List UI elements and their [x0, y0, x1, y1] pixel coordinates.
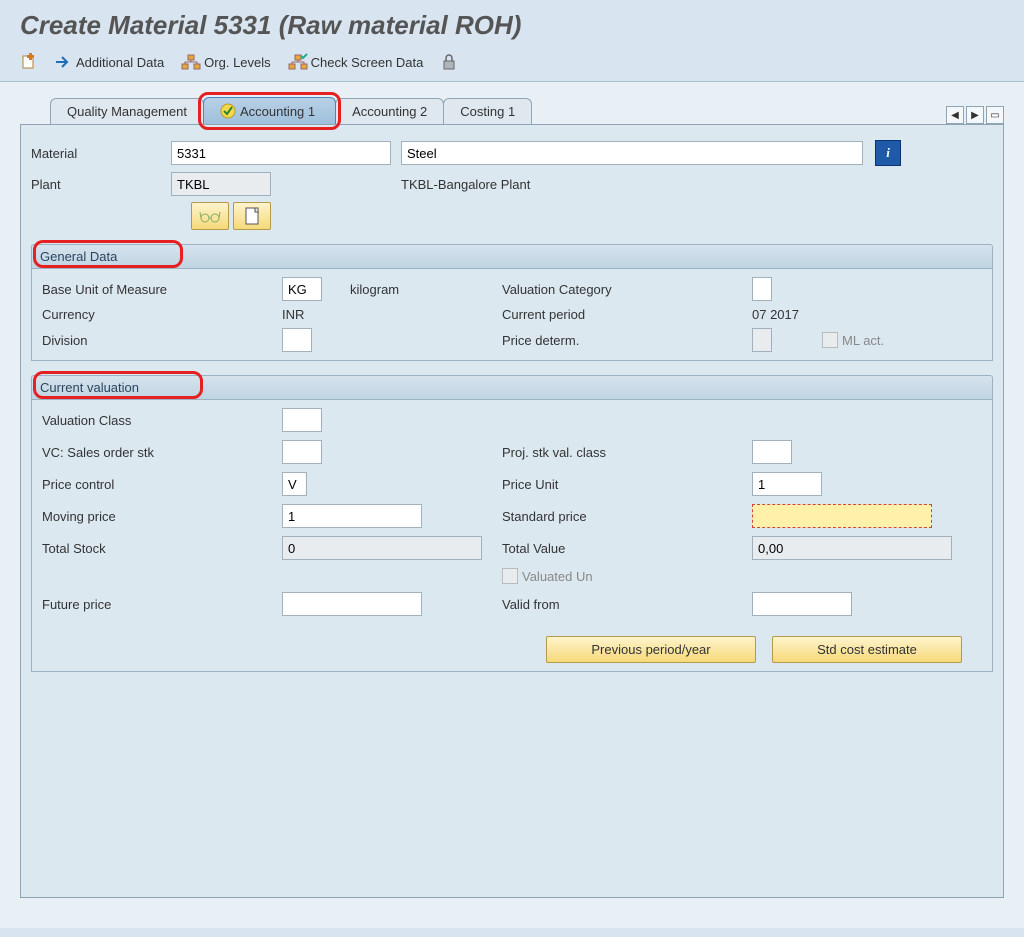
pricedet-label: Price determ.	[502, 333, 752, 348]
valcat-field[interactable]	[752, 277, 772, 301]
arrow-right-icon	[56, 55, 72, 69]
check-screen-data-label: Check Screen Data	[311, 55, 424, 70]
buom-field[interactable]	[282, 277, 322, 301]
priceunit-label: Price Unit	[502, 477, 752, 492]
material-label: Material	[31, 146, 171, 161]
valclass-label: Valuation Class	[42, 413, 282, 428]
tab-costing-1[interactable]: Costing 1	[443, 98, 532, 124]
hierarchy-icon	[182, 55, 200, 69]
tab-quality-management[interactable]: Quality Management	[50, 98, 204, 124]
buom-label: Base Unit of Measure	[42, 282, 282, 297]
valcat-label: Valuation Category	[502, 282, 752, 297]
check-hierarchy-icon	[289, 55, 307, 69]
mlact-label: ML act.	[842, 333, 884, 348]
stdprice-field[interactable]	[752, 504, 932, 528]
tab-accounting-1[interactable]: Accounting 1	[203, 97, 336, 124]
tab-scroll-right-icon[interactable]: ▶	[966, 106, 984, 124]
priceunit-field[interactable]	[752, 472, 822, 496]
lock-button[interactable]	[441, 54, 457, 70]
tab-scroll-left-icon[interactable]: ◀	[946, 106, 964, 124]
material-field[interactable]	[171, 141, 391, 165]
projstk-label: Proj. stk val. class	[502, 445, 752, 460]
valuatedun-checkbox	[502, 568, 518, 584]
std-cost-estimate-button[interactable]: Std cost estimate	[772, 636, 962, 663]
lock-icon	[441, 54, 457, 70]
plant-field	[171, 172, 271, 196]
vcsales-label: VC: Sales order stk	[42, 445, 282, 460]
view-button[interactable]	[191, 202, 229, 230]
division-field[interactable]	[282, 328, 312, 352]
plus-document-icon	[20, 53, 38, 71]
valclass-field[interactable]	[282, 408, 322, 432]
check-screen-data-button[interactable]: Check Screen Data	[289, 55, 424, 70]
other-material-icon-button[interactable]	[20, 53, 38, 71]
validfrom-label: Valid from	[502, 597, 752, 612]
info-button[interactable]: i	[875, 140, 901, 166]
projstk-field[interactable]	[752, 440, 792, 464]
validfrom-field[interactable]	[752, 592, 852, 616]
org-levels-button[interactable]: Org. Levels	[182, 55, 270, 70]
tab-accounting-2[interactable]: Accounting 2	[335, 98, 444, 124]
toolbar: Additional Data Org. Levels Check Screen…	[0, 49, 1024, 81]
movingprice-label: Moving price	[42, 509, 282, 524]
general-data-header: General Data	[31, 244, 993, 269]
check-active-icon	[220, 103, 236, 119]
totalstock-field	[282, 536, 482, 560]
additional-data-label: Additional Data	[76, 55, 164, 70]
currency-label: Currency	[42, 307, 282, 322]
tab-list-icon[interactable]: ▭	[986, 106, 1004, 124]
info-icon: i	[886, 145, 890, 161]
pricecontrol-label: Price control	[42, 477, 282, 492]
glasses-icon	[200, 209, 220, 223]
mlact-checkbox	[822, 332, 838, 348]
stdprice-label: Standard price	[502, 509, 752, 524]
create-button[interactable]	[233, 202, 271, 230]
document-icon	[244, 207, 260, 225]
plant-desc: TKBL-Bangalore Plant	[401, 177, 530, 192]
current-valuation-title: Current valuation	[40, 380, 139, 395]
totalvalue-label: Total Value	[502, 541, 752, 556]
pricedet-field	[752, 328, 772, 352]
pricecontrol-field[interactable]	[282, 472, 307, 496]
futureprice-field[interactable]	[282, 592, 422, 616]
totalvalue-field	[752, 536, 952, 560]
page-title: Create Material 5331 (Raw material ROH)	[20, 10, 1004, 41]
general-data-title: General Data	[40, 249, 117, 264]
vcsales-field[interactable]	[282, 440, 322, 464]
futureprice-label: Future price	[42, 597, 282, 612]
totalstock-label: Total Stock	[42, 541, 282, 556]
material-desc-field[interactable]	[401, 141, 863, 165]
curperiod-label: Current period	[502, 307, 752, 322]
previous-period-button[interactable]: Previous period/year	[546, 636, 756, 663]
additional-data-button[interactable]: Additional Data	[56, 55, 164, 70]
division-label: Division	[42, 333, 282, 348]
currency-value: INR	[282, 307, 342, 322]
valuatedun-label: Valuated Un	[522, 569, 593, 584]
current-valuation-header: Current valuation	[31, 375, 993, 400]
tab-accounting-1-label: Accounting 1	[240, 104, 315, 119]
curperiod-value: 07 2017	[752, 307, 962, 322]
org-levels-label: Org. Levels	[204, 55, 270, 70]
movingprice-field[interactable]	[282, 504, 422, 528]
plant-label: Plant	[31, 177, 171, 192]
buom-desc: kilogram	[342, 282, 502, 297]
